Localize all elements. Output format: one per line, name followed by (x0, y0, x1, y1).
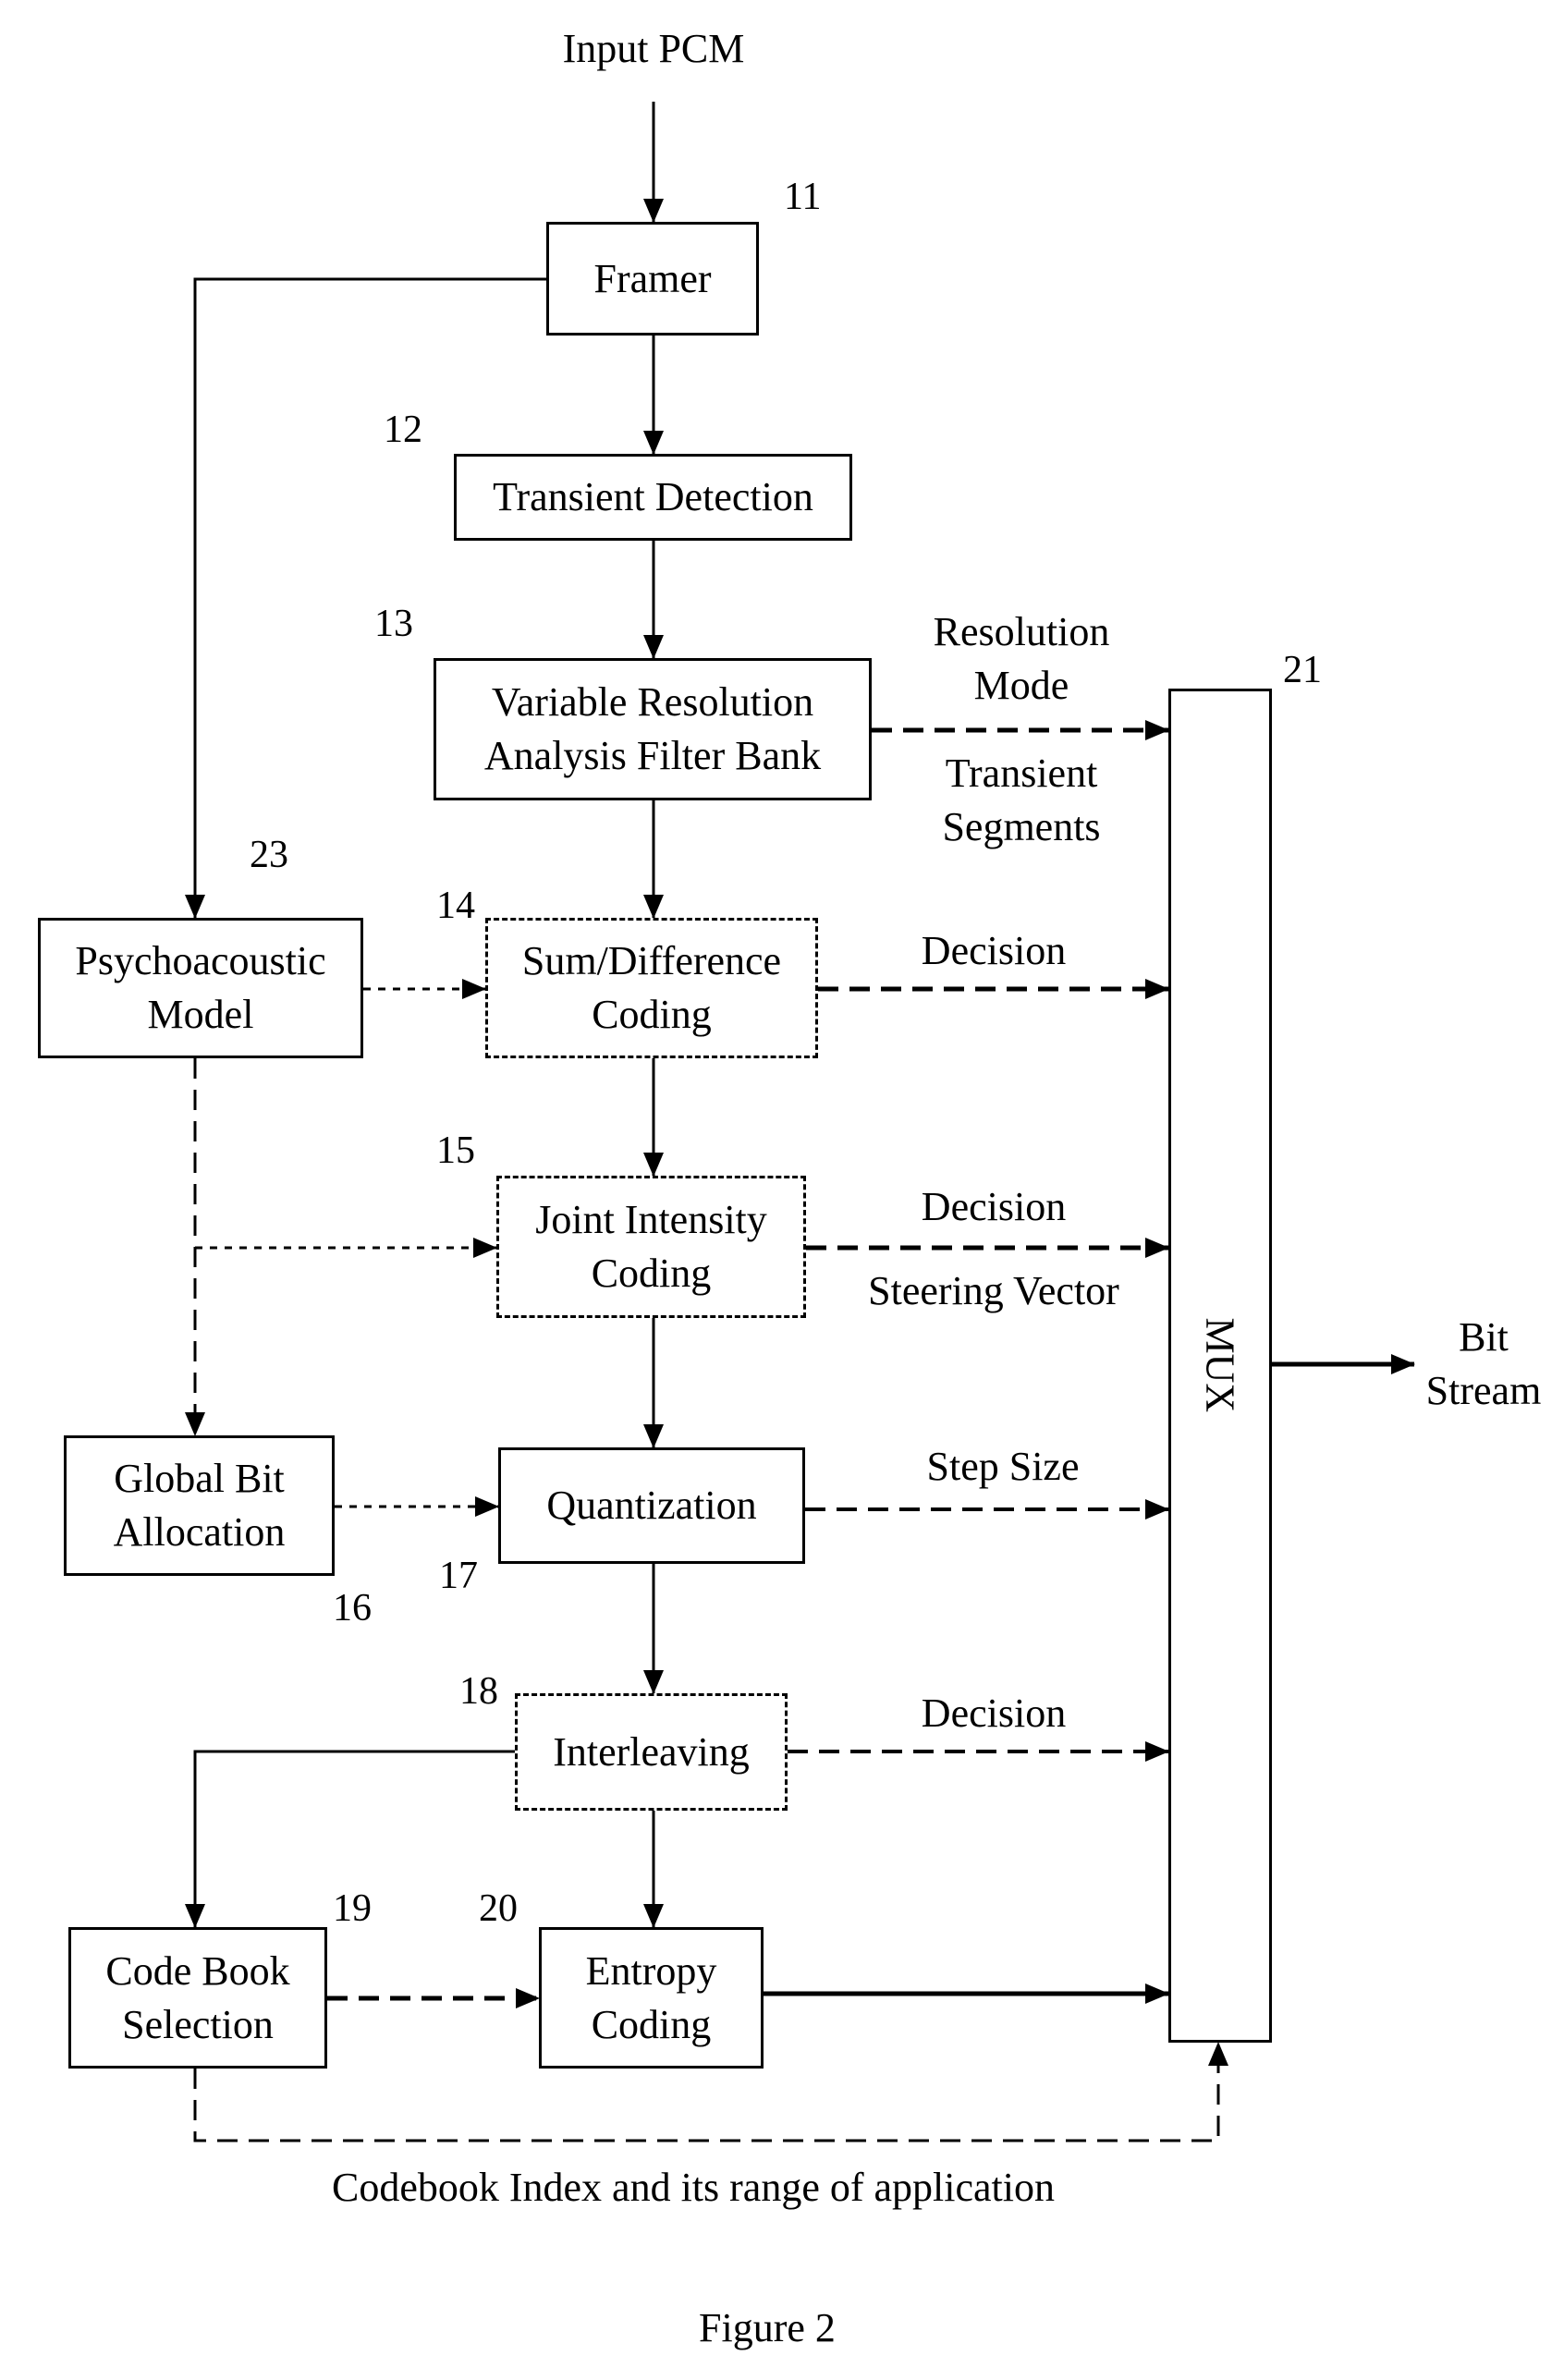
codebook-selection-block: Code Book Selection (68, 1927, 327, 2069)
interleaving-label: Interleaving (553, 1728, 750, 1775)
quantization-label: Quantization (546, 1483, 757, 1528)
joint-intensity-label-line2: Coding (591, 1251, 712, 1296)
transient-segments-line2: Segments (942, 804, 1101, 849)
sumdiff-decision-label: Decision (921, 928, 1067, 973)
sum-difference-label-line1: Sum/Difference (521, 938, 782, 983)
arrow-framer-to-psychoacoustic (185, 277, 546, 919)
entropy-coding-number: 20 (479, 1887, 518, 1930)
joint-decision-label: Decision (921, 1184, 1067, 1229)
psychoacoustic-label-line1: Psychoacoustic (75, 938, 326, 983)
sum-difference-number: 14 (436, 885, 475, 927)
global-bit-allocation-label-line2: Allocation (113, 1509, 286, 1555)
quantization-block: Quantization (498, 1447, 805, 1564)
codebook-selection-number: 19 (333, 1887, 372, 1930)
mux-number: 21 (1283, 649, 1322, 691)
psychoacoustic-label-line2: Model (147, 992, 254, 1037)
step-size-label: Step Size (926, 1444, 1080, 1489)
interleaving-block: Interleaving (515, 1693, 788, 1811)
psychoacoustic-block: Psychoacoustic Model (38, 918, 363, 1058)
sum-difference-block: Sum/Difference Coding (485, 918, 818, 1058)
transient-segments-label: Transient Segments (887, 747, 1155, 854)
bit-stream-line1: Bit (1459, 1314, 1509, 1360)
codebook-index-label: Codebook Index and its range of applicat… (331, 2165, 1055, 2210)
steering-vector-label: Steering Vector (868, 1268, 1119, 1313)
filter-bank-label-line1: Variable Resolution (491, 679, 814, 725)
interleave-decision-label: Decision (921, 1690, 1067, 1736)
filter-bank-block: Variable Resolution Analysis Filter Bank (434, 658, 872, 800)
quantization-number: 17 (439, 1555, 478, 1597)
mux-label: MUX (1197, 1317, 1243, 1413)
global-bit-allocation-number: 16 (333, 1587, 372, 1629)
filter-bank-number: 13 (374, 603, 413, 645)
psychoacoustic-number: 23 (250, 834, 288, 876)
bit-stream-line2: Stream (1425, 1368, 1542, 1413)
joint-intensity-block: Joint Intensity Coding (496, 1176, 806, 1318)
joint-intensity-label-line1: Joint Intensity (535, 1197, 767, 1242)
input-pcm-label: Input PCM (562, 26, 745, 71)
global-bit-allocation-block: Global Bit Allocation (64, 1435, 335, 1576)
entropy-coding-label-line2: Coding (591, 2001, 712, 2047)
resolution-mode-line1: Resolution (933, 609, 1110, 654)
filter-bank-label-line2: Analysis Filter Bank (483, 733, 822, 778)
codebook-selection-label-line1: Code Book (105, 1947, 290, 1994)
transient-segments-line1: Transient (945, 751, 1098, 796)
figure-caption: Figure 2 (699, 2305, 836, 2350)
entropy-coding-label-line1: Entropy (585, 1947, 717, 1994)
entropy-coding-block: Entropy Coding (539, 1927, 764, 2069)
sum-difference-label-line2: Coding (592, 992, 712, 1037)
interleaving-number: 18 (459, 1670, 498, 1713)
codebook-selection-label-line2: Selection (122, 2001, 274, 2047)
global-bit-allocation-label-line1: Global Bit (114, 1456, 285, 1501)
resolution-mode-line2: Mode (973, 663, 1069, 708)
joint-intensity-number: 15 (436, 1129, 475, 1172)
framer-label: Framer (593, 255, 712, 301)
framer-number: 11 (784, 176, 822, 218)
framer-block: Framer (546, 222, 759, 336)
transient-detection-block: Transient Detection (454, 454, 852, 541)
transient-detection-label: Transient Detection (493, 474, 813, 519)
transient-detection-number: 12 (384, 409, 422, 451)
bit-stream-label: Bit Stream (1414, 1311, 1553, 1418)
resolution-mode-label: Resolution Mode (887, 605, 1155, 713)
